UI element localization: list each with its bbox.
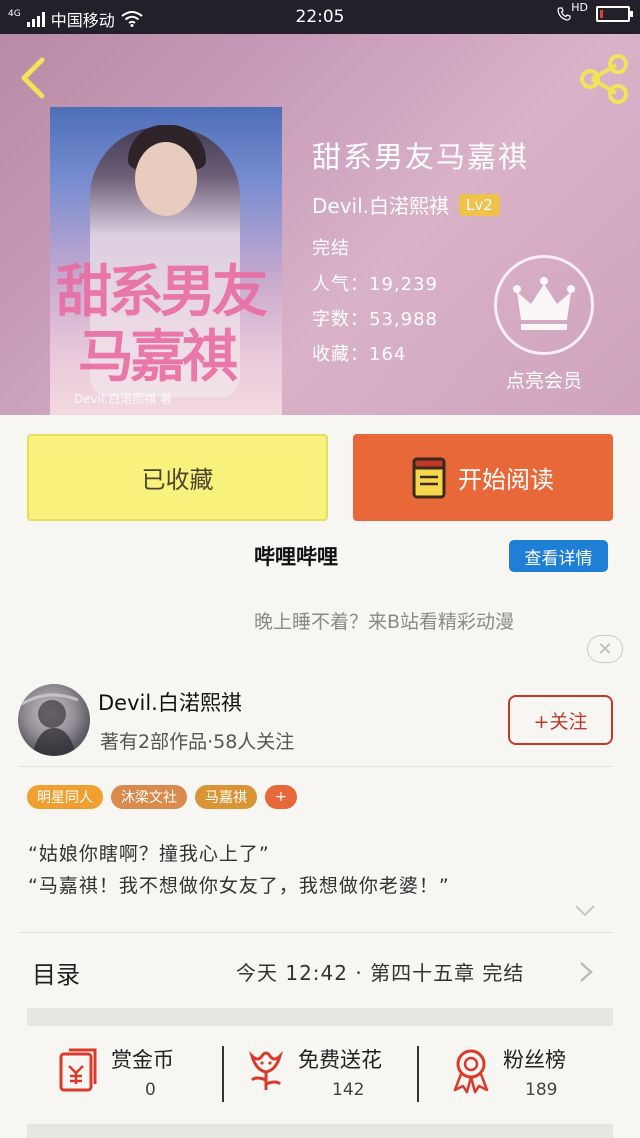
- start-reading-button[interactable]: 开始阅读: [353, 434, 613, 521]
- stats-row: 赏金币 0 免费送花 142 粉丝榜 189: [27, 1028, 613, 1120]
- ad-detail-button[interactable]: 查看详情: [509, 540, 608, 572]
- battery-icon: [596, 6, 633, 22]
- book-header: 甜系男友 马嘉祺 Devil.白渃熙祺 著 甜系男友马嘉祺 Devil.白渃熙祺…: [0, 34, 640, 415]
- ad-close-button[interactable]: ✕: [587, 635, 623, 663]
- summary-line1: “姑娘你瞎啊？撞我心上了”: [28, 843, 270, 865]
- favorites-value: 164: [369, 344, 407, 365]
- writer-stats: 著有2部作品·58人关注: [100, 731, 295, 753]
- send-flower-button[interactable]: 免费送花 142: [224, 1028, 417, 1120]
- summary-line2: “马嘉祺！我不想做你女友了，我想做你老婆！”: [28, 875, 450, 897]
- fan-ranking-button[interactable]: 粉丝榜 189: [419, 1028, 613, 1120]
- ad-description[interactable]: 晚上睡不着？来B站看精彩动漫: [254, 607, 514, 634]
- divider: [18, 766, 613, 767]
- divider: [18, 932, 613, 933]
- tip-coins-label: 赏金币: [111, 1048, 174, 1072]
- status-bar: 4G 中国移动 22:05 HD: [0, 0, 640, 34]
- book-title: 甜系男友马嘉祺: [312, 140, 530, 174]
- tag-muliang[interactable]: 沐梁文社: [111, 785, 187, 809]
- medal-icon: [453, 1049, 489, 1094]
- cover-title-line2: 马嘉祺: [78, 324, 238, 390]
- send-flower-value: 142: [332, 1080, 365, 1100]
- favorites-row: 收藏：164: [312, 340, 406, 366]
- chevron-right-icon[interactable]: [578, 960, 594, 984]
- tag-star-fanfic[interactable]: 明星同人: [27, 785, 103, 809]
- level-badge: Lv2: [459, 193, 500, 216]
- book-status: 完结: [312, 238, 350, 259]
- share-button[interactable]: [578, 54, 630, 104]
- section-divider: [27, 1008, 613, 1026]
- red-envelope-icon: [59, 1048, 97, 1092]
- collected-button[interactable]: 已收藏: [27, 434, 328, 521]
- back-button[interactable]: [14, 56, 54, 100]
- words-row: 字数：53,988: [312, 305, 438, 331]
- share-icon: [580, 54, 628, 104]
- vip-button[interactable]: [494, 255, 594, 355]
- tip-coins-value: 0: [145, 1080, 156, 1100]
- toc-label[interactable]: 目录: [32, 955, 80, 990]
- toc-latest-chapter[interactable]: 今天 12:42 · 第四十五章 完结: [236, 957, 524, 986]
- ad-title[interactable]: 哔哩哔哩: [254, 541, 338, 571]
- words-label: 字数：: [312, 309, 369, 330]
- tip-coins-button[interactable]: 赏金币 0: [27, 1028, 222, 1120]
- hd-label: HD: [571, 1, 588, 14]
- author-name[interactable]: Devil.白渃熙祺: [312, 190, 449, 219]
- book-icon: [412, 457, 446, 498]
- bottom-divider: [27, 1124, 613, 1138]
- popularity-row: 人气：19,239: [312, 270, 438, 296]
- avatar-figure: [21, 693, 79, 756]
- cover-author: Devil.白渃熙祺 著: [74, 392, 173, 406]
- favorites-label: 收藏：: [312, 344, 369, 365]
- send-flower-label: 免费送花: [298, 1048, 382, 1072]
- cover-face: [135, 142, 197, 216]
- popularity-value: 19,239: [369, 274, 438, 295]
- fan-ranking-value: 189: [525, 1080, 558, 1100]
- crown-icon: [513, 277, 575, 330]
- fan-ranking-label: 粉丝榜: [503, 1048, 566, 1072]
- avatar[interactable]: [18, 684, 90, 756]
- close-icon: ✕: [597, 638, 613, 660]
- chevron-left-icon: [21, 57, 45, 99]
- flower-icon: [248, 1050, 284, 1090]
- book-cover[interactable]: 甜系男友 马嘉祺 Devil.白渃熙祺 著: [50, 107, 282, 415]
- hd-call-icon: HD: [557, 1, 588, 21]
- vip-label[interactable]: 点亮会员: [484, 366, 604, 393]
- tag-add-button[interactable]: +: [265, 785, 297, 809]
- clock: 22:05: [295, 7, 345, 27]
- start-reading-label: 开始阅读: [458, 466, 554, 494]
- tag-list: 明星同人 沐梁文社 马嘉祺 +: [27, 785, 297, 809]
- popularity-label: 人气：: [312, 274, 369, 295]
- author-row: Devil.白渃熙祺 Lv2: [312, 190, 500, 219]
- tag-ma-jiaqi[interactable]: 马嘉祺: [195, 785, 257, 809]
- writer-name[interactable]: Devil.白渃熙祺: [98, 687, 242, 717]
- chevron-down-icon[interactable]: [574, 904, 596, 918]
- follow-button[interactable]: +关注: [508, 695, 613, 745]
- words-value: 53,988: [369, 309, 438, 330]
- collected-label: 已收藏: [141, 466, 214, 494]
